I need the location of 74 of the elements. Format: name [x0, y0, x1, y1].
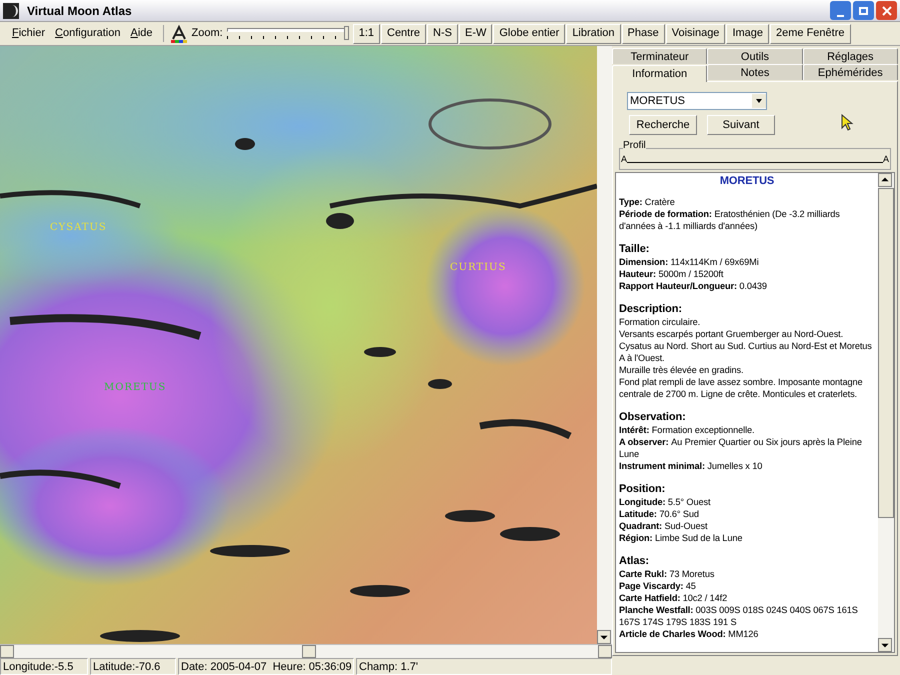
toolbar-button[interactable]: Globe entier: [493, 24, 566, 44]
status-field: Date: 2005-04-07 Heure: 05:36:09: [178, 658, 354, 675]
info-title: MORETUS: [718, 175, 776, 187]
toolbar-button[interactable]: E-W: [458, 24, 492, 44]
toolbar-button[interactable]: Libration: [566, 24, 621, 44]
profile-end-label: A: [882, 154, 889, 164]
info-line: Page Viscardy: 45: [619, 580, 697, 592]
menu-item[interactable]: Fichier: [12, 25, 46, 42]
info-line: Article de Charles Wood: MM126: [619, 628, 760, 640]
vertical-scrollbar[interactable]: [597, 46, 612, 644]
info-line: Type: Cratère: [619, 196, 676, 208]
minimize-button[interactable]: [830, 1, 851, 20]
restore-button[interactable]: [853, 1, 874, 20]
scrollbar-thumb[interactable]: [878, 188, 894, 518]
window-title: Virtual Moon Atlas: [27, 2, 132, 20]
info-line: Période de formation: Eratosthénien (De -3.2 milliards d'années à -1.1 milliards d'années): [619, 208, 841, 232]
section-heading: Taille:: [619, 243, 650, 256]
tab[interactable]: Ephémérides: [802, 64, 898, 80]
info-line: Carte Rukl: 73 Moretus: [619, 568, 716, 580]
info-line: Quadrant: Sud-Ouest: [619, 520, 708, 532]
info-line: Intérêt: Formation exceptionnelle.: [619, 424, 756, 436]
menu-item[interactable]: Aide: [130, 25, 153, 42]
status-field: Longitude:-5.5: [0, 658, 88, 675]
pointer-cursor-icon: [841, 114, 855, 132]
info-line: Longitude: 5.5° Ouest: [619, 496, 712, 508]
tab[interactable]: Outils: [707, 48, 803, 64]
toolbar-button[interactable]: Image: [726, 24, 770, 44]
info-line: Latitude: 70.6° Sud: [619, 508, 700, 520]
toolbar-button[interactable]: Voisinage: [666, 24, 726, 44]
info-line: Région: Limbe Sud de la Lune: [619, 532, 744, 544]
info-line: Dimension: 114x114Km / 69x69Mi: [619, 256, 760, 268]
menu-item[interactable]: Configuration: [55, 25, 120, 42]
color-text-icon[interactable]: [168, 24, 189, 44]
tab[interactable]: Réglages: [802, 48, 898, 64]
info-line: Planche Westfall: 003S 009S 018S 024S 040S 067S 161S 167S 174S 179S 183S 191 S: [619, 604, 859, 628]
search-button[interactable]: Suivant: [707, 115, 775, 135]
map-label: MORETUS: [104, 381, 166, 395]
toolbar-button[interactable]: 1:1: [352, 24, 380, 44]
search-combobox[interactable]: MORETUS: [627, 92, 767, 110]
zoom-slider[interactable]: [226, 26, 349, 42]
status-field: Champ: 1.7': [356, 658, 612, 675]
profile-title: Profil: [623, 140, 646, 152]
toolbar-button[interactable]: 2eme Fenêtre: [770, 24, 850, 44]
status-field: Latitude:-70.6: [90, 658, 176, 675]
info-line: Muraille très élevée en gradins.: [619, 364, 744, 376]
profile-start-label: A: [621, 154, 628, 164]
close-icon: [882, 6, 892, 16]
section-heading: Observation:: [619, 411, 687, 424]
map-label: CURTIUS: [450, 261, 506, 275]
toolbar-button[interactable]: N-S: [427, 24, 458, 44]
tab[interactable]: Notes: [707, 64, 803, 80]
toolbar-button[interactable]: Centre: [381, 24, 426, 44]
info-line: Carte Hatfield: 10c2 / 14f2: [619, 592, 728, 604]
info-line: Hauteur: 5000m / 15200ft: [619, 268, 724, 280]
info-line: A observer: Au Premier Quartier ou Six jours après la Pleine Lune: [619, 436, 863, 460]
toolbar-button[interactable]: Phase: [622, 24, 665, 44]
info-scrollbar[interactable]: [878, 173, 894, 652]
horizontal-scrollbar[interactable]: [0, 644, 612, 658]
section-heading: Position:: [619, 483, 666, 496]
map-label: CYSATUS: [50, 221, 107, 235]
info-line: Formation circulaire.: [619, 316, 702, 328]
tab[interactable]: Information: [612, 65, 708, 82]
zoom-label: Zoom:: [192, 26, 223, 42]
zoom-thumb[interactable]: [344, 26, 349, 40]
tab[interactable]: Terminateur: [612, 48, 708, 64]
moon-icon: [3, 2, 19, 18]
info-line: Instrument minimal: Jumelles x 10: [619, 460, 764, 472]
close-button[interactable]: [876, 1, 897, 20]
section-heading: Description:: [619, 303, 683, 316]
section-heading: Atlas:: [619, 555, 650, 568]
info-line: Rapport Hauteur/Longueur: 0.0439: [619, 280, 768, 292]
info-line: Fond plat rempli de lave assez sombre. Imposante montagne centrale de 2700 m. Ligne de crête. Monticules et craterlets.: [619, 376, 864, 400]
search-button[interactable]: Recherche: [629, 115, 697, 135]
info-line: Versants escarpés portant Gruemberger au Nord-Ouest. Cysatus au Nord. Short au Sud. Curtius au Nord-Est et Moretus A à l'Ouest.: [619, 328, 873, 364]
